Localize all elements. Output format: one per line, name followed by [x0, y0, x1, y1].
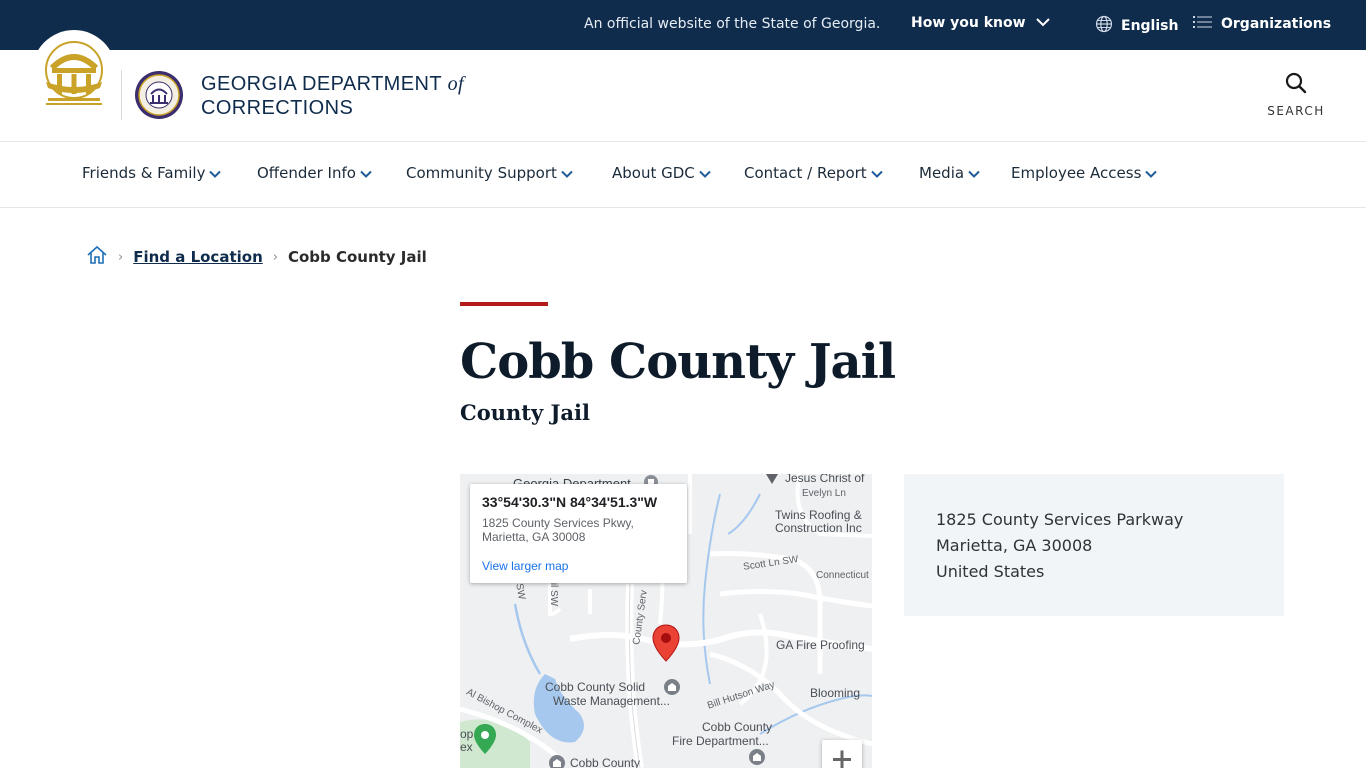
dept-name-line2: CORRECTIONS [201, 97, 354, 119]
map-label: Cobb County [702, 720, 773, 734]
nav-community-support[interactable]: Community Support [406, 164, 573, 182]
breadcrumb: › Find a Location › Cobb County Jail [86, 244, 427, 270]
organizations-label: Organizations [1221, 16, 1332, 32]
map-label: Fire Department... [672, 734, 769, 748]
dept-name-line1: GEORGIA DEPARTMENT [201, 73, 442, 95]
breadcrumb-find-location-link[interactable]: Find a Location [133, 248, 263, 266]
nav-employee-access[interactable]: Employee Access [1011, 164, 1158, 182]
search-icon [1285, 72, 1307, 98]
map-label: Cobb County [570, 756, 641, 768]
plus-icon [833, 750, 851, 768]
place-marker-icon[interactable] [748, 748, 766, 766]
nav-offender-info[interactable]: Offender Info [257, 164, 372, 182]
dept-name-of: of [447, 73, 464, 95]
home-icon[interactable] [86, 244, 108, 270]
chevron-down-icon [1145, 164, 1158, 182]
nav-media[interactable]: Media [919, 164, 980, 182]
map-info-card: 33°54'30.3"N 84°34'51.3"W 1825 County Se… [470, 484, 687, 583]
place-marker-icon[interactable] [663, 678, 681, 696]
chevron-down-icon [870, 164, 883, 182]
language-label: English [1121, 18, 1179, 34]
place-marker-icon[interactable] [766, 474, 778, 484]
nav-label: About GDC [612, 164, 695, 182]
chevron-down-icon [209, 164, 222, 182]
search-label: SEARCH [1267, 104, 1325, 118]
nav-label: Friends & Family [82, 164, 206, 182]
organizations-menu[interactable]: Organizations [1193, 15, 1331, 33]
map-coordinates: 33°54'30.3"N 84°34'51.3"W [482, 494, 658, 510]
chevron-down-icon [1035, 15, 1050, 31]
map-label: Twins Roofing & [775, 508, 862, 522]
chevron-down-icon [561, 164, 573, 182]
map-label: Blooming [810, 686, 861, 700]
nav-contact-report[interactable]: Contact / Report [744, 164, 883, 182]
how-you-know-label: How you know [911, 15, 1026, 31]
zoom-in-button[interactable] [822, 740, 862, 768]
page-title: Cobb County Jail [460, 334, 896, 390]
official-banner: An official website of the State of Geor… [0, 0, 1366, 50]
how-you-know-toggle[interactable]: How you know [911, 15, 1050, 31]
main-navigation: Friends & Family Offender Info Community… [0, 143, 1366, 208]
map-label: Jesus Christ of [785, 474, 865, 485]
nav-label: Offender Info [257, 164, 356, 182]
nav-friends-family[interactable]: Friends & Family [82, 164, 222, 182]
nav-label: Media [919, 164, 965, 182]
nav-about-gdc[interactable]: About GDC [612, 164, 711, 182]
map-label: il SW [548, 582, 560, 607]
map-label: Connecticut [816, 570, 869, 581]
address-box: 1825 County Services Parkway Marietta, G… [904, 474, 1284, 616]
site-header: GEORGIA DEPARTMENT of CORRECTIONS SEARCH [0, 30, 1366, 142]
map-label: Construction Inc [775, 521, 862, 535]
georgia-capitol-logo-icon[interactable] [38, 38, 110, 110]
park-pin-icon[interactable] [474, 724, 496, 754]
chevron-right-icon: › [272, 249, 278, 265]
nav-label: Employee Access [1011, 164, 1142, 182]
map-label: ex [460, 740, 473, 754]
gdc-seal-icon[interactable] [134, 70, 184, 120]
nav-label: Contact / Report [744, 164, 867, 182]
map-address: 1825 County Services Pkwy, Marietta, GA … [482, 516, 634, 544]
logo-divider [121, 70, 122, 120]
place-marker-icon[interactable] [548, 754, 566, 768]
department-name[interactable]: GEORGIA DEPARTMENT of CORRECTIONS [201, 72, 464, 120]
official-site-text: An official website of the State of Geor… [584, 16, 881, 32]
title-accent-bar [460, 302, 548, 306]
chevron-down-icon [968, 164, 980, 182]
search-button[interactable]: SEARCH [1262, 72, 1330, 118]
address-line-city: Marietta, GA 30008 [936, 536, 1093, 555]
breadcrumb-current: Cobb County Jail [287, 248, 427, 266]
list-icon [1193, 15, 1213, 33]
chevron-down-icon [699, 164, 711, 182]
chevron-right-icon: › [118, 249, 124, 265]
map-label: Evelyn Ln [802, 488, 846, 499]
page-subtitle: County Jail [460, 400, 590, 425]
chevron-down-icon [360, 164, 372, 182]
map-label: Cobb County Solid [545, 680, 646, 694]
nav-label: Community Support [406, 164, 557, 182]
map-label: Waste Management... [553, 694, 670, 708]
address-line-street: 1825 County Services Parkway [936, 510, 1184, 529]
globe-icon [1095, 15, 1113, 37]
location-map[interactable]: Georgia Department Jesus Christ of Evely… [460, 474, 872, 768]
language-selector[interactable]: English [1095, 15, 1178, 37]
location-pin-icon[interactable] [652, 624, 680, 662]
map-label: op [460, 727, 474, 741]
address-line-country: United States [936, 562, 1045, 581]
map-label: GA Fire Proofing [776, 638, 865, 652]
view-larger-map-link[interactable]: View larger map [482, 559, 675, 573]
